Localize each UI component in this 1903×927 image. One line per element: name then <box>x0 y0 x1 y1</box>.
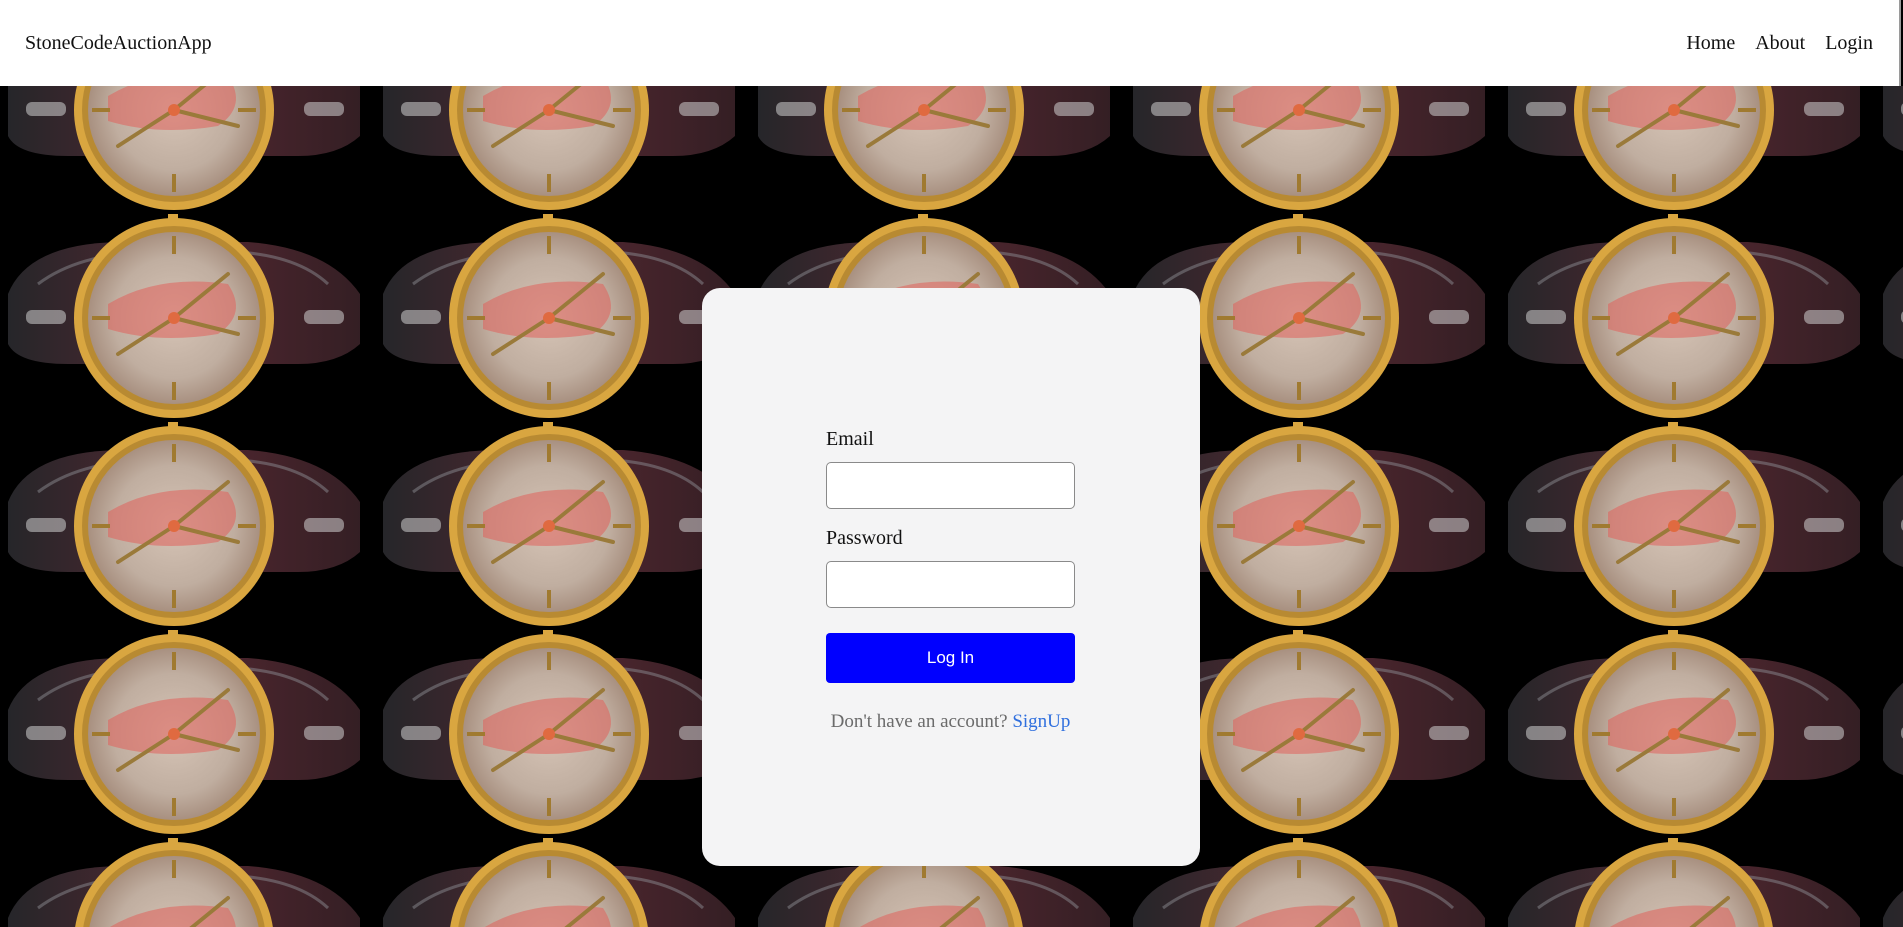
signup-prompt: Don't have an account? SignUp <box>826 711 1075 733</box>
signup-link[interactable]: SignUp <box>1012 711 1070 732</box>
nav-about-link[interactable]: About <box>1755 32 1805 55</box>
login-button[interactable]: Log In <box>826 633 1075 683</box>
email-label: Email <box>826 428 874 450</box>
nav-login-link[interactable]: Login <box>1825 32 1873 55</box>
email-input[interactable] <box>826 462 1075 509</box>
login-card: Email Password Log In Don't have an acco… <box>702 288 1200 866</box>
login-form: Email Password Log In Don't have an acco… <box>826 428 1075 733</box>
password-input[interactable] <box>826 561 1075 608</box>
signup-prompt-text: Don't have an account? <box>830 711 1008 732</box>
password-label: Password <box>826 527 903 549</box>
nav-home-link[interactable]: Home <box>1686 32 1735 55</box>
top-navbar: StoneCodeAuctionApp Home About Login <box>0 0 1901 86</box>
brand-link[interactable]: StoneCodeAuctionApp <box>25 32 212 55</box>
nav-links: Home About Login <box>1686 32 1873 55</box>
